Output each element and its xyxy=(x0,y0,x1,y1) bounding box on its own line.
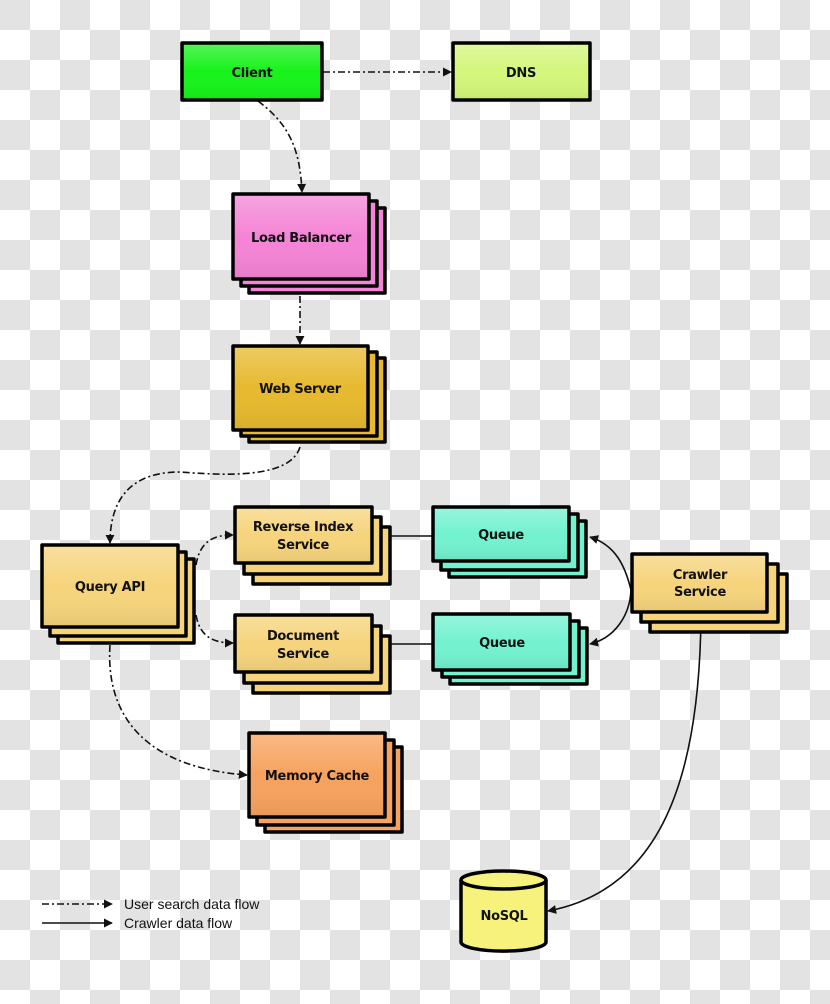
document-service-node[interactable]: Document Service xyxy=(233,613,392,695)
legend-crawler-label: Crawler data flow xyxy=(124,915,233,931)
edge-query-api-document xyxy=(195,614,234,648)
edge-query-api-memory-cache xyxy=(108,644,248,779)
edges xyxy=(105,67,702,914)
legend-user-search-label: User search data flow xyxy=(124,896,260,912)
edge-query-api-reverse-index xyxy=(195,530,234,566)
legend-user-search: User search data flow xyxy=(42,896,260,912)
edge-client-load-balancer xyxy=(257,100,307,193)
web-server-node[interactable]: Web Server xyxy=(231,344,387,444)
reverse-index-service-node[interactable]: Reverse Index Service xyxy=(233,505,392,586)
memory-cache-node[interactable]: Memory Cache xyxy=(247,731,404,834)
legend: User search data flow Crawler data flow xyxy=(42,896,260,931)
crawler-service-node[interactable]: Crawler Service xyxy=(630,552,789,634)
nosql-label: NoSQL xyxy=(480,909,527,924)
load-balancer-node[interactable]: Load Balancer xyxy=(231,192,387,295)
document-label-line2: Service xyxy=(277,647,329,662)
edge-crawler-queue2 xyxy=(589,589,632,647)
queue-2-node[interactable]: Queue xyxy=(431,612,589,686)
dns-node[interactable]: DNS xyxy=(451,41,592,102)
nosql-database-node[interactable]: NoSQL xyxy=(459,869,548,953)
query-api-label: Query API xyxy=(75,580,145,595)
load-balancer-label: Load Balancer xyxy=(251,231,352,246)
legend-crawler: Crawler data flow xyxy=(42,915,233,931)
client-node[interactable]: Client xyxy=(180,41,324,102)
architecture-diagram: Client DNS Load Balancer Web Server Quer… xyxy=(40,41,789,953)
document-label-line1: Document xyxy=(267,629,339,644)
queue-2-label: Queue xyxy=(479,636,525,651)
edge-crawler-queue1 xyxy=(589,535,632,591)
queue-1-label: Queue xyxy=(478,528,524,543)
reverse-index-label-line1: Reverse Index xyxy=(253,520,354,535)
crawler-label-line1: Crawler xyxy=(673,568,728,583)
dns-label: DNS xyxy=(506,66,536,81)
query-api-node[interactable]: Query API xyxy=(40,543,196,645)
crawler-label-line2: Service xyxy=(674,585,726,600)
reverse-index-label-line2: Service xyxy=(277,538,329,553)
client-label: Client xyxy=(232,66,273,81)
web-server-label: Web Server xyxy=(259,382,342,397)
memory-cache-label: Memory Cache xyxy=(265,769,370,784)
queue-1-node[interactable]: Queue xyxy=(431,505,588,579)
